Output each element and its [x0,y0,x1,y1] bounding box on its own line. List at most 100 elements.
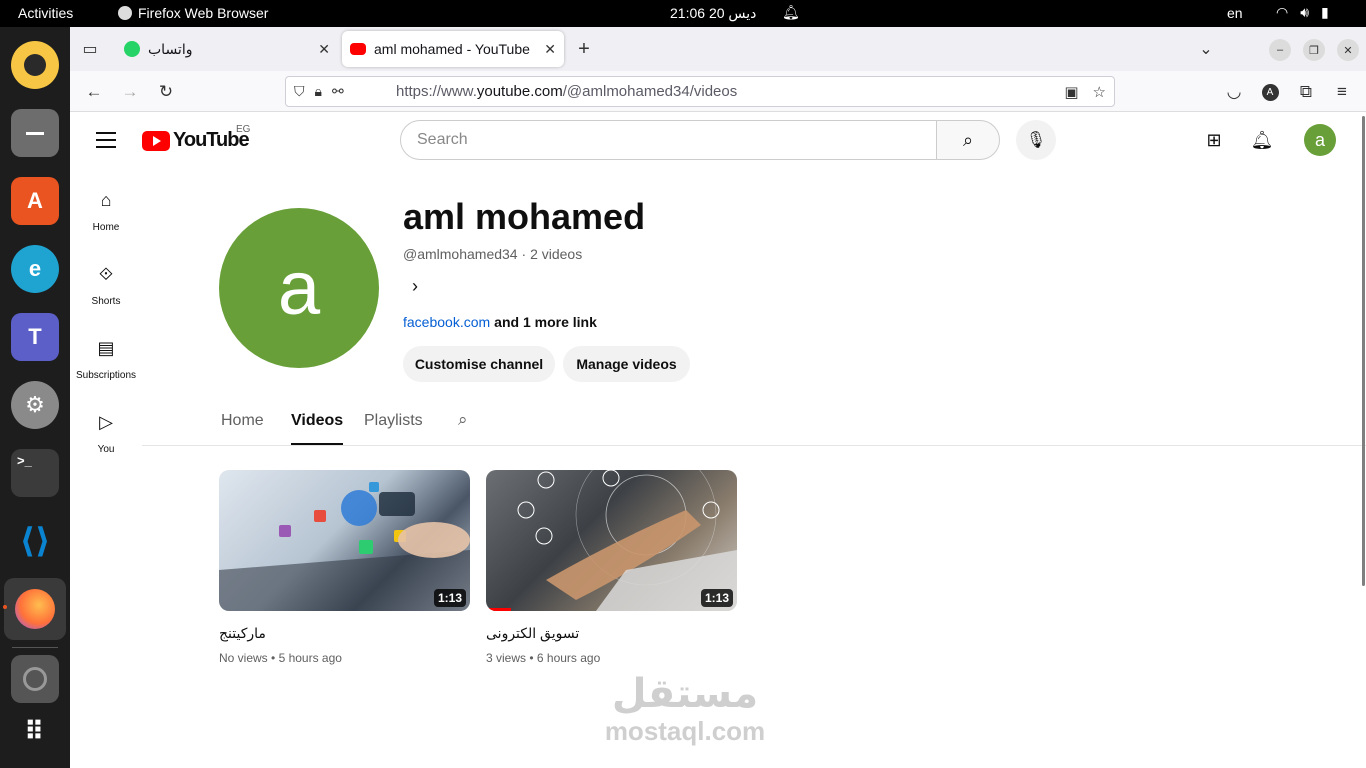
video-card[interactable]: 1:13 تسويق الكترونى 3 views • 6 hours ag… [486,470,737,665]
extensions-icon[interactable]: ⧉ [1294,80,1318,104]
vscode-icon[interactable]: ⟨⟩ [11,517,59,565]
system-tray[interactable]: ◠ 🔊︎ ▮ [1276,4,1329,21]
reader-view-icon[interactable]: ▣ [1064,83,1078,101]
new-tab-icon[interactable]: + [572,37,596,61]
firefox-active-slot[interactable] [4,578,66,640]
battery-icon: ▮ [1321,4,1329,20]
channel-name: aml mohamed [403,196,646,237]
video-meta: No views • 5 hours ago [219,651,342,665]
bookmark-star-icon[interactable]: ☆ [1093,83,1106,101]
home-icon: ⌂ [100,190,112,210]
voice-search-button[interactable]: 🎙︎ [1016,120,1056,160]
clock[interactable]: 21:06 ديس 20 [670,5,756,22]
guide-menu-icon[interactable] [96,132,116,148]
thumbnail-graphics [219,482,470,611]
you-icon: ▷ [99,412,113,432]
video-duration: 1:13 [433,589,466,607]
country-code: EG [236,124,251,135]
video-thumbnail[interactable]: 1:13 [219,470,470,611]
activities-button[interactable]: Activities [18,5,73,21]
back-icon[interactable]: ← [82,80,106,104]
running-indicator [3,605,7,609]
video-count: 2 videos [530,246,583,262]
youtube-logo[interactable]: YouTube EG [142,124,250,152]
guide-item-shorts[interactable]: ⟐ Shorts [70,264,142,307]
guide-item-subscriptions[interactable]: ▤ Subscriptions [70,338,142,381]
tab-videos[interactable]: Videos [291,412,344,445]
video-title[interactable]: تسويق الكترونى [486,625,579,642]
tab-whatsapp[interactable]: واتساب ✕ [116,31,338,67]
browser-tab-bar: ▭ واتساب ✕ aml mohamed - YouTube ✕ + ⌄ –… [70,27,1366,71]
account-avatar[interactable]: a [1304,124,1336,156]
firefox-view-icon[interactable]: ▭ [78,37,102,61]
mostaql-watermark: مستقل mostaql.com [604,672,766,746]
notifications-icon[interactable]: 🔔︎ [1250,128,1274,152]
minimize-button[interactable]: – [1269,39,1291,61]
account-icon[interactable]: A [1258,80,1282,104]
app-grid-icon[interactable]: ⠿ [11,707,59,755]
wifi-icon: ◠ [1276,4,1289,20]
settings-icon[interactable]: ⚙ [11,381,59,429]
close-icon[interactable]: ✕ [544,41,556,58]
shield-icon[interactable]: ⛉ [294,83,305,100]
search-button[interactable]: ⌕ [936,120,1000,160]
permissions-icon[interactable]: ⚯ [332,83,344,100]
youtube-play-icon [142,130,170,151]
manage-videos-button[interactable]: Manage videos [563,346,690,382]
terminal-icon[interactable]: >_ [11,449,59,497]
page-scrollbar[interactable] [1362,116,1365,586]
app-center-icon[interactable]: A [11,177,59,225]
video-card[interactable]: 1:13 ماركيتنج No views • 5 hours ago [219,470,470,665]
close-icon[interactable]: ✕ [318,41,330,58]
video-title[interactable]: ماركيتنج [219,625,266,642]
facebook-link[interactable]: facebook.com [403,314,490,330]
rhythmbox-icon[interactable] [11,41,59,89]
video-duration: 1:13 [700,589,733,607]
channel-avatar[interactable]: a [219,208,379,368]
input-language[interactable]: en [1227,5,1243,21]
tab-youtube[interactable]: aml mohamed - YouTube ✕ [342,31,564,67]
tab-title: aml mohamed - YouTube [374,41,530,57]
create-video-icon[interactable]: ⊞ [1202,128,1226,152]
restore-button[interactable]: ❐ [1303,39,1325,61]
more-links[interactable]: and 1 more link [494,314,597,330]
lock-icon[interactable]: 🔒︎ [315,83,322,100]
tab-home[interactable]: Home [221,412,264,445]
url-bar[interactable]: ⛉ 🔒︎ ⚯ https://www.youtube.com/@amlmoham… [285,76,1115,107]
thumbnail-graphics [517,470,737,611]
dock: A e T ⚙ >_ ⟨⟩ ⠿ [0,27,70,768]
close-window-button[interactable]: ✕ [1337,39,1359,61]
dock-separator [12,647,58,648]
video-meta: 3 views • 6 hours ago [486,651,601,665]
files-icon[interactable] [11,109,59,157]
firefox-icon [118,6,132,20]
chevron-right-icon[interactable]: › [412,276,418,297]
tab-playlists[interactable]: Playlists [364,412,423,445]
whatsapp-icon [124,41,140,57]
menu-icon[interactable]: ≡ [1330,80,1354,104]
pocket-icon[interactable]: ◡ [1222,80,1246,104]
channel-meta: @amlmohamed34 · 2 videos [403,246,583,262]
system-top-bar: Activities Firefox Web Browser 21:06 ديس… [0,0,1366,27]
guide-item-home[interactable]: ⌂ Home [70,190,142,233]
forward-icon[interactable]: → [118,80,142,104]
guide-item-you[interactable]: ▷ You [70,412,142,455]
channel-tabs: Home Videos Playlists ⌕ [142,402,1366,446]
app-menu[interactable]: Firefox Web Browser [118,5,268,21]
teams-icon[interactable]: T [11,313,59,361]
search-input[interactable]: Search [400,120,937,160]
chevron-down-icon[interactable]: ⌄ [1194,37,1218,61]
channel-search-icon[interactable]: ⌕ [458,410,468,430]
subscriptions-icon: ▤ [97,338,115,358]
video-thumbnail[interactable]: 1:13 [486,470,737,611]
url-text[interactable]: https://www.youtube.com/@amlmohamed34/vi… [396,83,1064,100]
customise-channel-button[interactable]: Customise channel [403,346,555,382]
browser-nav-bar: ← → ↻ ⛉ 🔒︎ ⚯ https://www.youtube.com/@am… [70,71,1366,112]
edge-icon[interactable]: e [11,245,59,293]
notification-bell-icon: 🔔︎ [782,4,800,20]
reload-icon[interactable]: ↻ [154,80,178,104]
youtube-page: YouTube EG Search ⌕ 🎙︎ ⊞ 🔔︎ a ⌂ Home ⟐ S… [70,112,1366,768]
disc-icon[interactable] [11,655,59,703]
youtube-icon [350,43,366,55]
shorts-icon: ⟐ [98,264,114,284]
